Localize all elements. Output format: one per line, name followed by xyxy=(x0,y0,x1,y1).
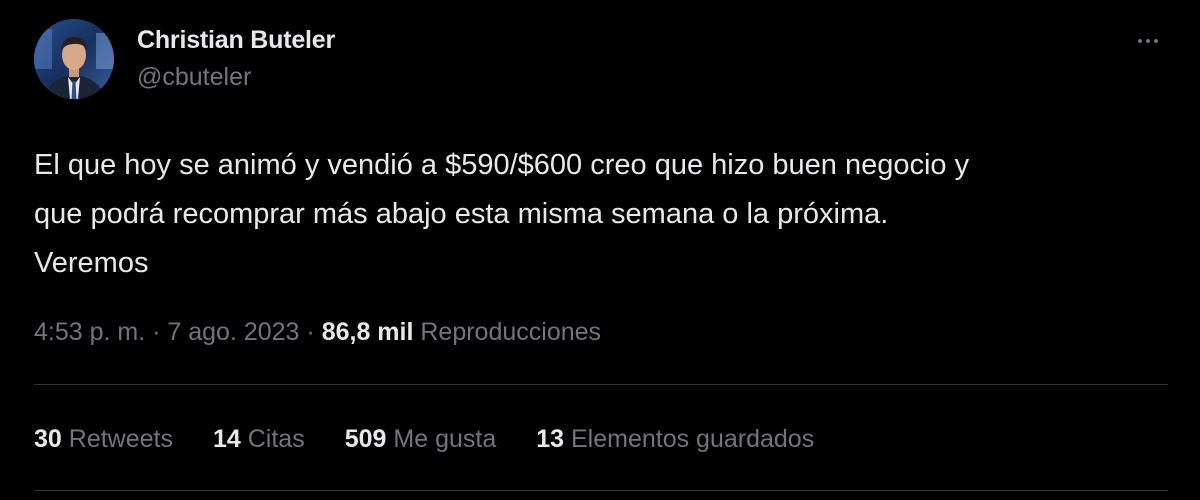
quotes-label: Citas xyxy=(247,425,305,453)
author-display-name[interactable]: Christian Buteler xyxy=(137,24,335,56)
engagement-stats: 30 Retweets 14 Citas 509 Me gusta 13 Ele… xyxy=(34,421,854,457)
bookmarks-count: 13 xyxy=(536,425,565,453)
author-info: Christian Buteler @cbuteler xyxy=(137,24,335,93)
bookmarks-stat[interactable]: 13 Elementos guardados xyxy=(536,421,814,457)
views-count: 86,8 mil xyxy=(321,318,414,346)
author-avatar[interactable] xyxy=(34,19,114,99)
more-horizontal-icon xyxy=(1138,39,1158,43)
retweets-label: Retweets xyxy=(68,425,173,453)
meta-separator: · xyxy=(299,318,322,346)
likes-stat[interactable]: 509 Me gusta xyxy=(345,421,497,457)
retweets-count: 30 xyxy=(34,425,62,453)
person-avatar-icon xyxy=(34,19,114,99)
tweet-card: Christian Buteler @cbuteler El que hoy s… xyxy=(0,0,1200,500)
tweet-meta: 4:53 p. m. · 7 ago. 2023 · 86,8 mil Repr… xyxy=(34,314,601,350)
tweet-time[interactable]: 4:53 p. m. xyxy=(34,318,145,346)
author-handle[interactable]: @cbuteler xyxy=(137,61,335,93)
divider xyxy=(34,490,1168,491)
quotes-stat[interactable]: 14 Citas xyxy=(213,421,305,457)
divider xyxy=(34,384,1168,385)
likes-label: Me gusta xyxy=(393,425,497,453)
quotes-count: 14 xyxy=(212,425,241,453)
views-label: Reproducciones xyxy=(420,318,602,346)
likes-count: 509 xyxy=(344,425,387,453)
tweet-text: El que hoy se animó y vendió a $590/$600… xyxy=(34,149,970,279)
retweets-stat[interactable]: 30 Retweets xyxy=(34,421,173,457)
more-options-button[interactable] xyxy=(1130,30,1166,52)
meta-separator: · xyxy=(145,318,168,346)
tweet-date[interactable]: 7 ago. 2023 xyxy=(167,318,299,346)
bookmarks-label: Elementos guardados xyxy=(571,425,815,453)
